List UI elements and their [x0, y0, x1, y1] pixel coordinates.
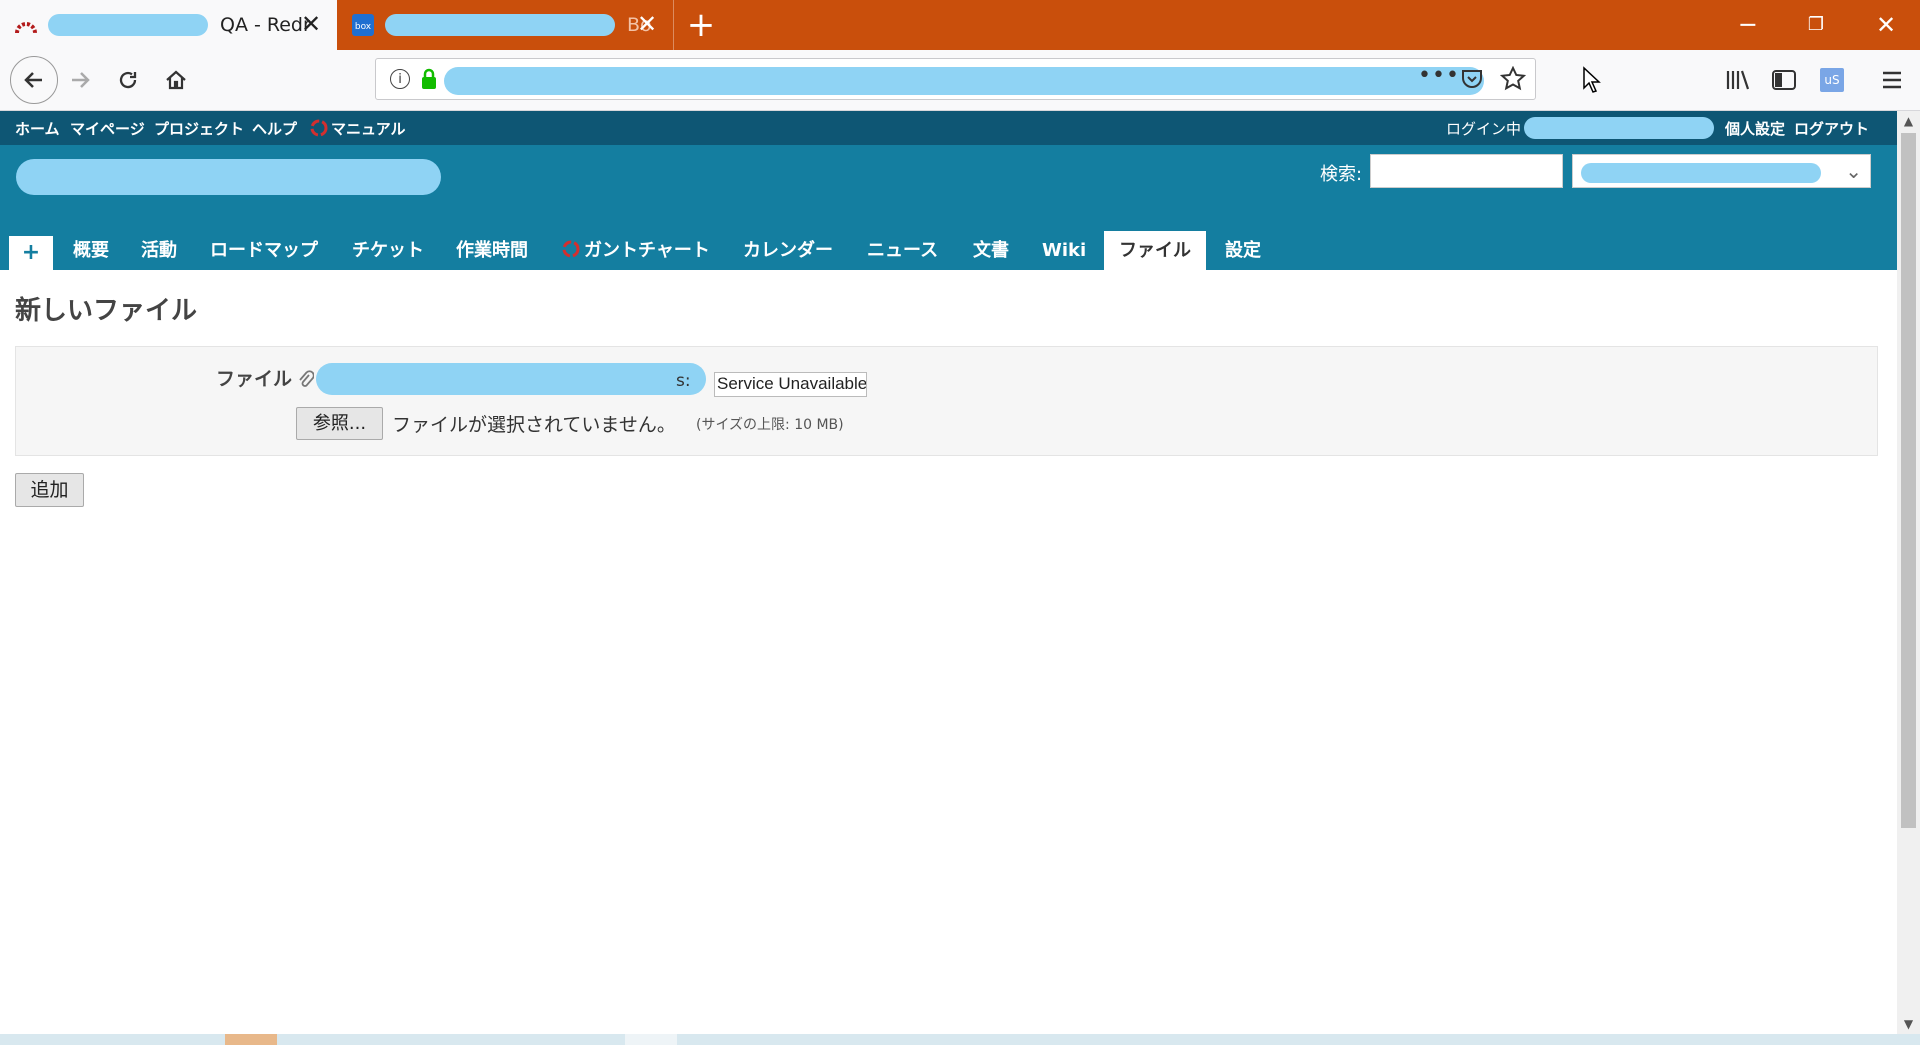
sidebar-icon[interactable]: [1764, 60, 1804, 100]
library-icon[interactable]: [1718, 60, 1758, 100]
tab-gantt[interactable]: ガントチャート: [584, 231, 710, 270]
taskbar-item: [225, 1034, 277, 1045]
browse-button[interactable]: 参照...: [296, 407, 383, 440]
topmenu-mypage-link[interactable]: マイページ: [70, 118, 145, 139]
topmenu-manual-link[interactable]: マニュアル: [331, 118, 406, 139]
tab-title: QA - Redm: [220, 14, 310, 36]
gantt-logo-icon: [562, 240, 580, 262]
redacted-username: [1524, 117, 1714, 139]
tab-close-icon[interactable]: ✕: [635, 12, 659, 36]
search-label: 検索:: [1320, 164, 1363, 185]
redmine-header: 検索: ⌄ + 概要 活動 ロードマップ チケット 作業時間 ガントチャート カ…: [0, 145, 1897, 270]
tab-documents[interactable]: 文書: [973, 231, 1009, 270]
tab-calendar[interactable]: カレンダー: [743, 231, 833, 270]
browser-tab-strip: QA - Redm ✕ box Bo ✕ + ─ ❐ ✕: [0, 0, 1920, 50]
topmenu-projects-link[interactable]: プロジェクト: [154, 118, 244, 139]
chevron-down-icon: ⌄: [1845, 159, 1862, 183]
project-jump-select[interactable]: ⌄: [1572, 154, 1871, 188]
new-object-button[interactable]: +: [9, 236, 53, 270]
home-icon[interactable]: [156, 60, 196, 100]
tab-files[interactable]: ファイル: [1104, 231, 1206, 270]
box-favicon-text: box: [355, 22, 372, 32]
forward-arrow-icon[interactable]: [60, 60, 100, 100]
vertical-scrollbar[interactable]: ▲ ▼: [1897, 111, 1920, 1034]
tab-activity[interactable]: 活動: [141, 231, 177, 270]
site-info-icon[interactable]: i: [390, 69, 410, 89]
paperclip-icon: [298, 369, 315, 394]
taskbar-strip: [0, 1034, 1920, 1045]
tab-roadmap[interactable]: ロードマップ: [210, 231, 318, 270]
manual-logo-icon: [310, 119, 328, 141]
topmenu-my-account-link[interactable]: 個人設定: [1725, 118, 1785, 139]
redmine-top-menu: ホーム マイページ プロジェクト ヘルプ マニュアル ログイン中 個人設定 ログ…: [0, 111, 1897, 145]
redacted-project-title: [16, 159, 441, 195]
tab-time-entries[interactable]: 作業時間: [456, 231, 528, 270]
extension-icon[interactable]: uS: [1812, 60, 1852, 100]
mouse-cursor-icon: [1572, 60, 1612, 100]
redacted-tab-text: [48, 14, 208, 36]
topmenu-home-link[interactable]: ホーム: [15, 118, 60, 139]
tab-wiki[interactable]: Wiki: [1042, 231, 1086, 270]
page-actions-icon[interactable]: •••: [1418, 63, 1460, 88]
add-button[interactable]: 追加: [15, 473, 84, 507]
redacted-project-name: [1581, 163, 1821, 183]
scroll-up-icon[interactable]: ▲: [1897, 111, 1920, 131]
window-close-icon[interactable]: ✕: [1852, 0, 1920, 50]
redmine-favicon-icon: [12, 11, 40, 39]
redacted-url: [444, 67, 1484, 95]
project-main-menu: + 概要 活動 ロードマップ チケット 作業時間 ガントチャート カレンダー ニ…: [0, 231, 1897, 270]
tab-issues[interactable]: チケット: [352, 231, 424, 270]
window-minimize-icon[interactable]: ─: [1714, 0, 1782, 50]
browser-navigation-bar: i ••• uS: [0, 50, 1920, 111]
padlock-icon[interactable]: [420, 68, 438, 94]
new-tab-plus-icon[interactable]: +: [684, 8, 718, 42]
file-description-input[interactable]: Service Unavailable: [714, 372, 867, 397]
url-bar[interactable]: i •••: [375, 58, 1536, 100]
hamburger-menu-icon[interactable]: [1872, 60, 1912, 100]
pocket-icon[interactable]: [1460, 68, 1484, 94]
back-arrow-icon[interactable]: [10, 56, 58, 104]
redacted-tab-text: [385, 14, 615, 36]
logged-in-label: ログイン中: [1446, 120, 1522, 138]
taskbar-item: [625, 1034, 677, 1045]
redacted-filename: [316, 363, 706, 395]
scroll-down-icon[interactable]: ▼: [1897, 1014, 1920, 1034]
file-upload-box: ファイル s: Service Unavailable 参照... ファイルが選…: [15, 346, 1878, 456]
size-limit-text: (サイズの上限: 10 MB): [696, 417, 844, 433]
scrollbar-thumb[interactable]: [1901, 133, 1916, 828]
topmenu-logout-link[interactable]: ログアウト: [1794, 118, 1869, 139]
search-input[interactable]: [1370, 154, 1563, 188]
reload-icon[interactable]: [108, 60, 148, 100]
window-restore-icon[interactable]: ❐: [1782, 0, 1850, 50]
tab-news[interactable]: ニュース: [867, 231, 938, 270]
filename-tail: s:: [676, 371, 691, 391]
bookmark-star-icon[interactable]: [1499, 65, 1527, 96]
topmenu-help-link[interactable]: ヘルプ: [252, 118, 297, 139]
tab-overview[interactable]: 概要: [73, 231, 109, 270]
browser-tab-active[interactable]: QA - Redm ✕: [0, 0, 337, 50]
browser-tab-inactive[interactable]: box Bo ✕: [337, 0, 674, 50]
page-title: 新しいファイル: [15, 296, 198, 326]
file-field-label: ファイル: [216, 368, 293, 390]
box-favicon-icon: box: [349, 11, 377, 39]
tab-close-icon[interactable]: ✕: [299, 12, 323, 36]
no-file-selected-text: ファイルが選択されていません。: [392, 414, 676, 436]
tab-settings[interactable]: 設定: [1225, 231, 1261, 270]
